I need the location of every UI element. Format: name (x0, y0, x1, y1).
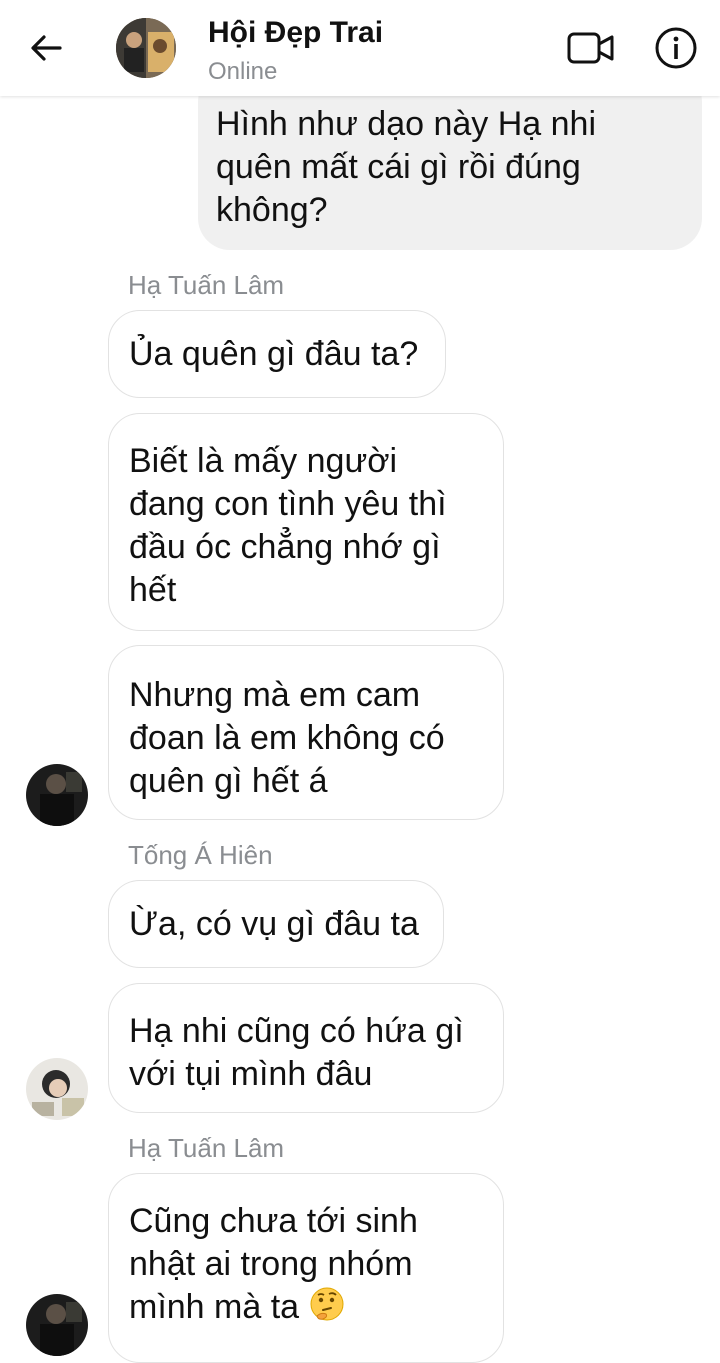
sender-avatar[interactable] (26, 764, 88, 826)
thinking-face-emoji (310, 1287, 344, 1321)
incoming-message[interactable]: Ừa, có vụ gì đâu ta (108, 880, 444, 968)
group-avatar[interactable] (116, 18, 176, 78)
message-text: Biết là mấy người đang con tình yêu thì … (129, 442, 447, 609)
sender-name: Hạ Tuấn Lâm (128, 270, 285, 300)
incoming-message[interactable]: Nhưng mà em cam đoan là em không có quên… (108, 645, 504, 820)
incoming-message[interactable]: Ủa quên gì đâu ta? (108, 310, 446, 398)
video-camera-icon[interactable] (566, 28, 616, 68)
incoming-message[interactable]: Hạ nhi cũng có hứa gì với tụi mình đâu (108, 983, 504, 1113)
outgoing-message[interactable]: Hình như dạo này Hạ nhi quên mất cái gì … (198, 70, 702, 250)
message-text: Ừa, có vụ gì đâu ta (129, 905, 419, 943)
message-text: Nhưng mà em cam đoan là em không có quên… (129, 676, 445, 800)
message-text: Hình như dạo này Hạ nhi quên mất cái gì … (216, 105, 597, 229)
message-text: Cũng chưa tới sinh nhật ai trong nhóm mì… (129, 1202, 418, 1326)
incoming-message[interactable]: Cũng chưa tới sinh nhật ai trong nhóm mì… (108, 1173, 504, 1363)
sender-avatar[interactable] (26, 1058, 88, 1120)
chat-header: Hội Đẹp Trai Online (0, 0, 720, 96)
sender-avatar[interactable] (26, 1294, 88, 1356)
online-status: Online (208, 58, 278, 85)
message-text: Hạ nhi cũng có hứa gì với tụi mình đâu (129, 1012, 464, 1093)
message-text: Ủa quên gì đâu ta? (129, 335, 419, 373)
chat-title: Hội Đẹp Trai (208, 16, 384, 49)
info-icon[interactable] (654, 26, 698, 70)
sender-name: Hạ Tuấn Lâm (128, 1133, 285, 1163)
incoming-message[interactable]: Biết là mấy người đang con tình yêu thì … (108, 413, 504, 631)
sender-name: Tống Á Hiên (128, 840, 273, 870)
arrow-left-icon[interactable] (26, 28, 66, 68)
